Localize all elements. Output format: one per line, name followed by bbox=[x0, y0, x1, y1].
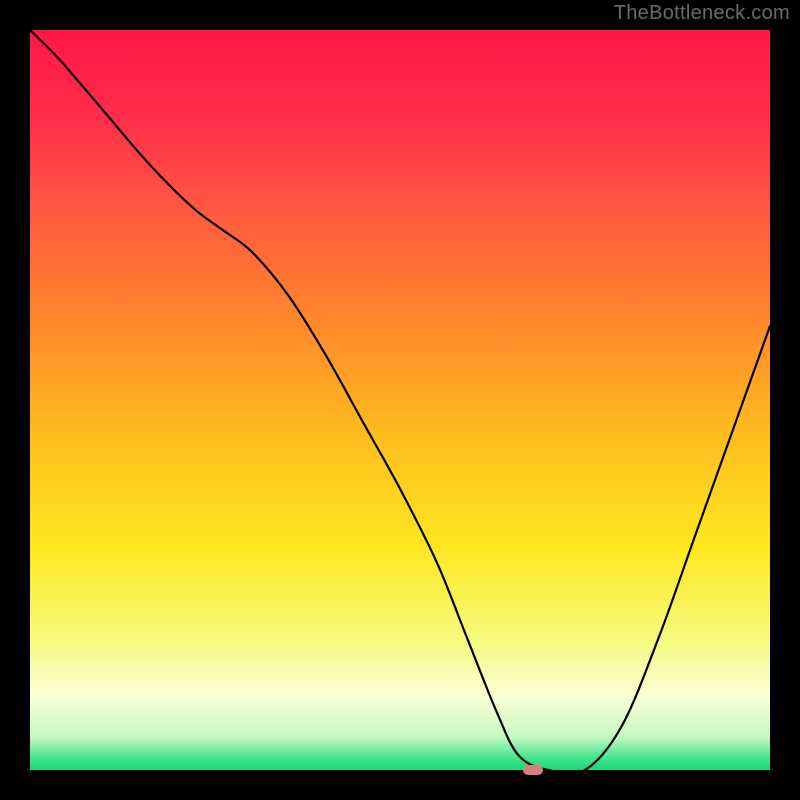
optimal-marker bbox=[523, 765, 543, 775]
chart-frame: TheBottleneck.com bbox=[0, 0, 800, 800]
plot-area bbox=[30, 30, 770, 770]
gradient-background bbox=[30, 30, 770, 770]
watermark-label: TheBottleneck.com bbox=[614, 2, 790, 25]
bottleneck-chart bbox=[30, 30, 770, 770]
